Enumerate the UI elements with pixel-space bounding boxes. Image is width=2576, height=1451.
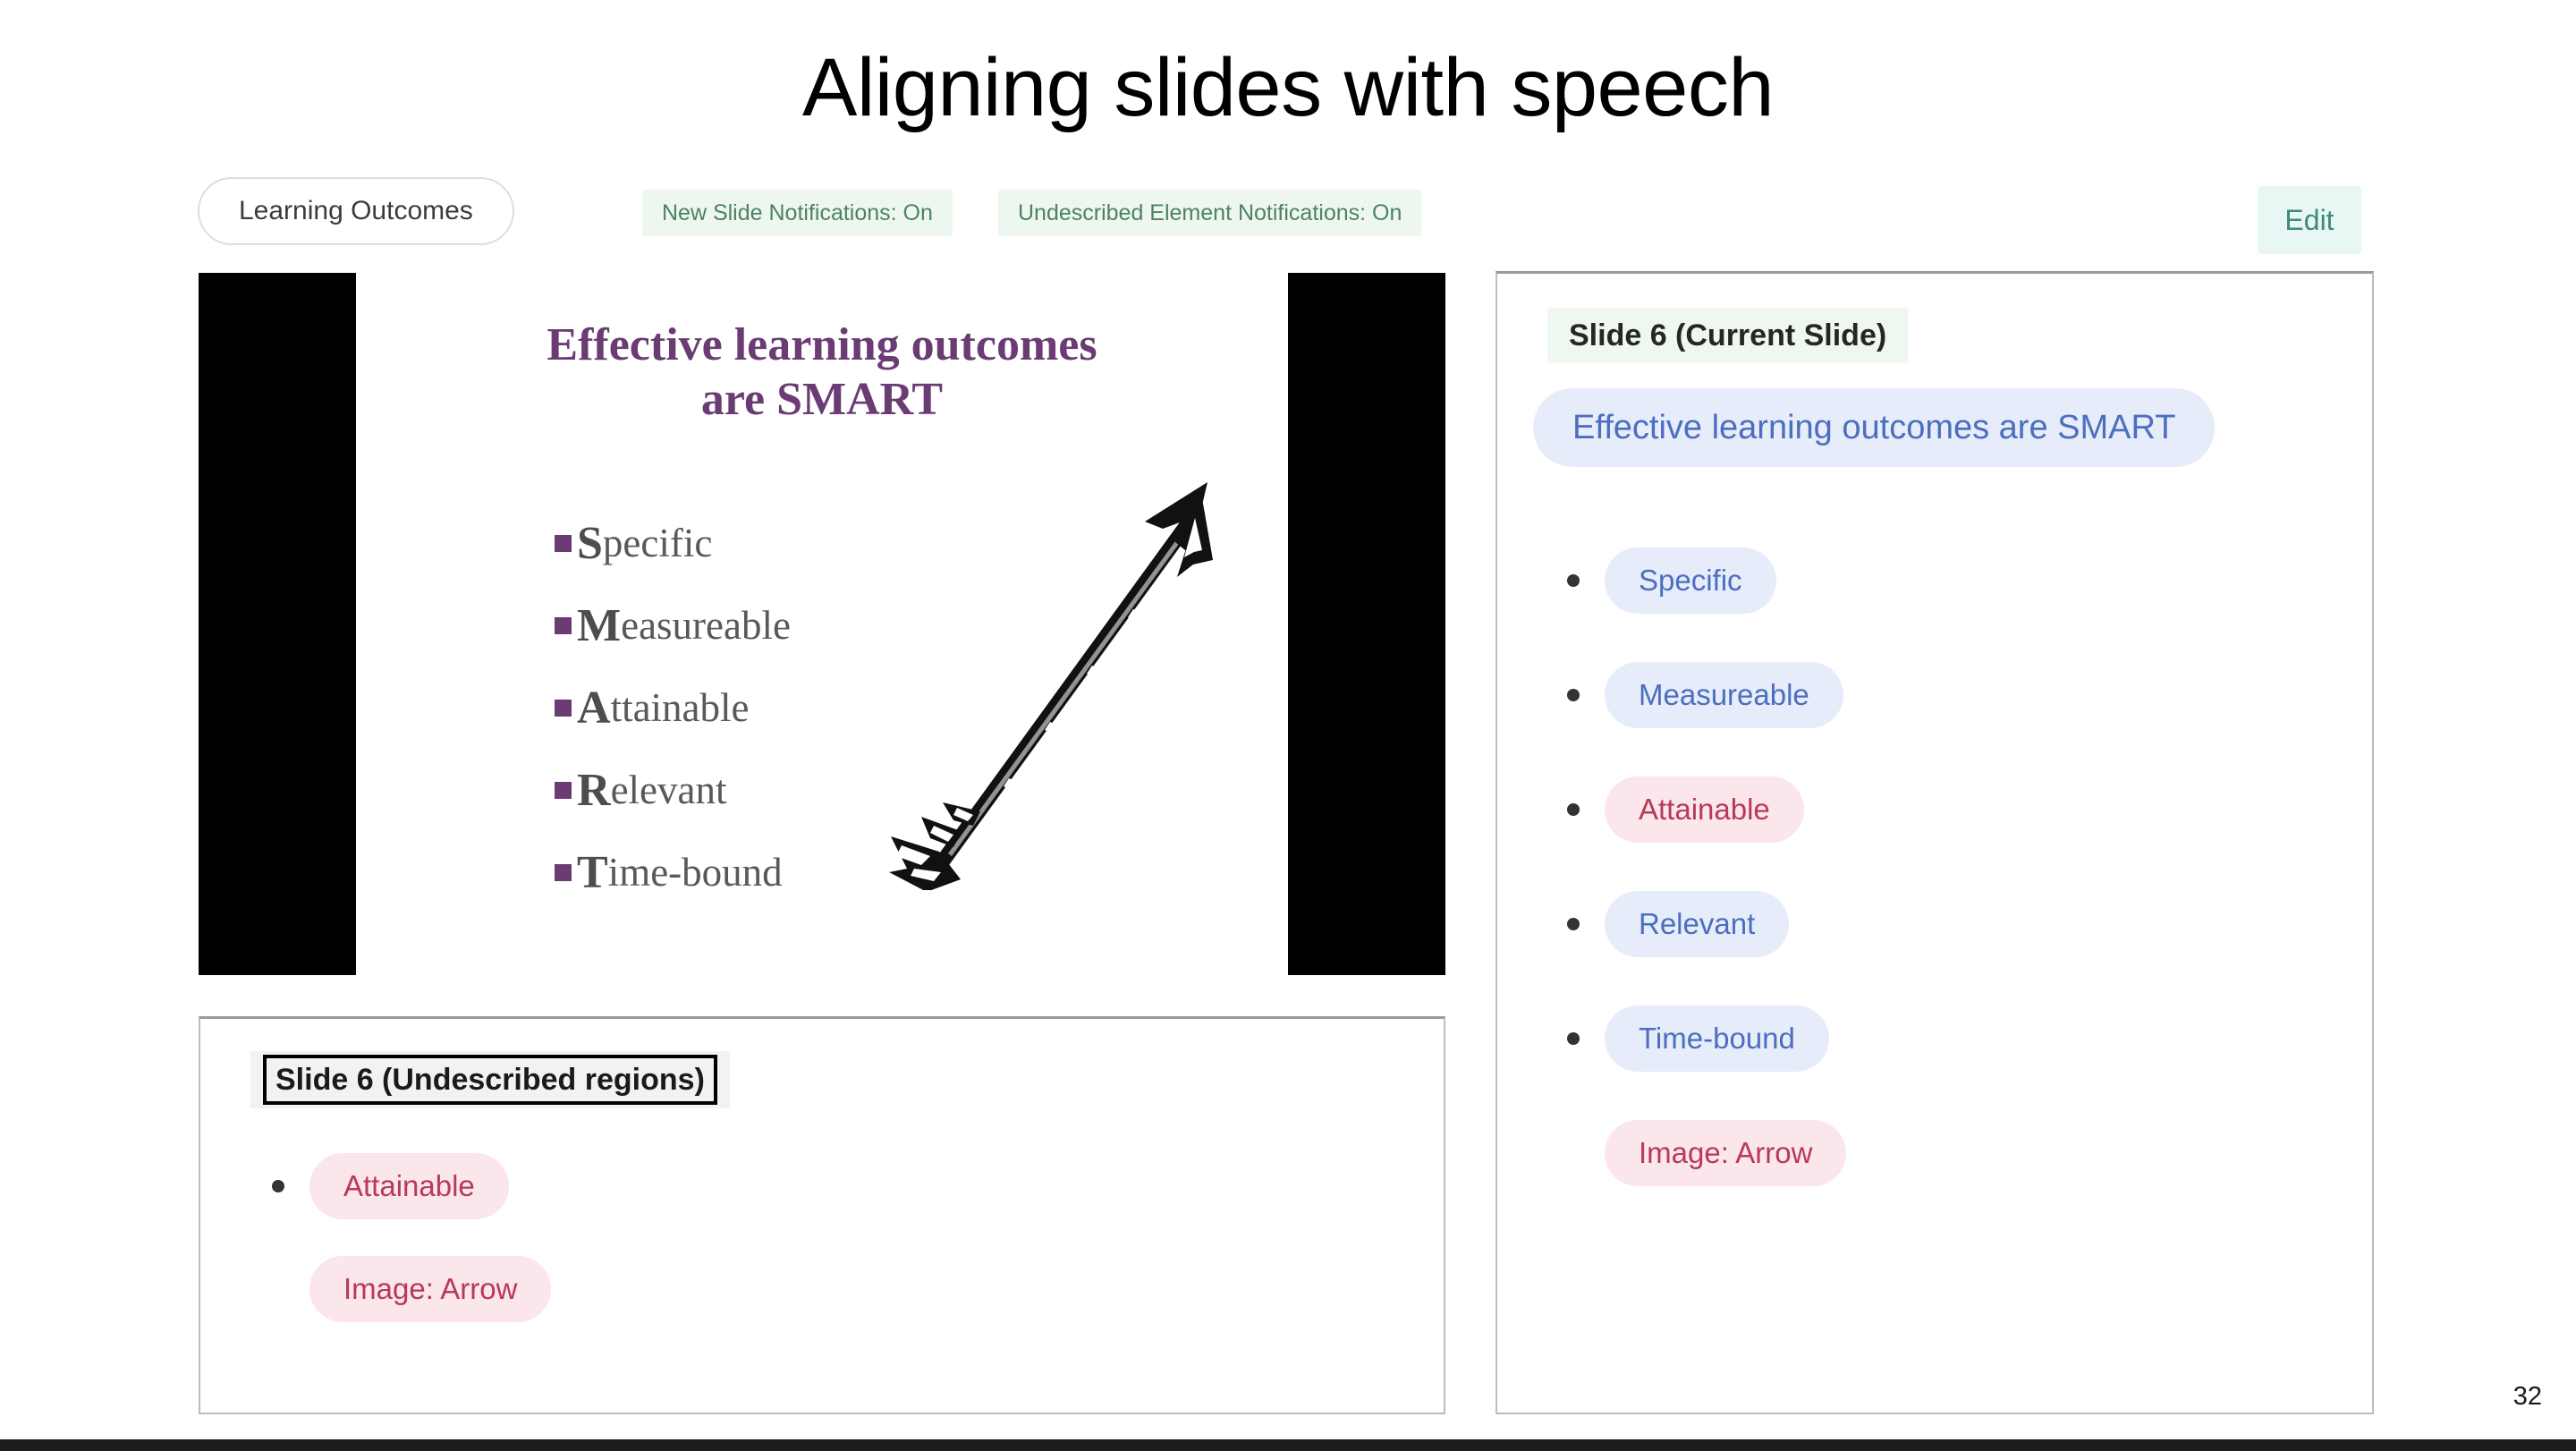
- toolbar: Learning Outcomes New Slide Notification…: [0, 177, 2576, 276]
- slide-bullet-initial: T: [577, 846, 608, 898]
- slide-bullet-item: T ime-bound: [555, 831, 791, 913]
- square-bullet-icon: [555, 699, 572, 717]
- presentation-slide: Aligning slides with speech Learning Out…: [0, 0, 2576, 1451]
- described-chip[interactable]: Specific: [1605, 547, 1776, 614]
- slide-bullet-initial: S: [577, 517, 603, 569]
- list-item[interactable]: Attainable: [1567, 776, 1804, 843]
- slide-bullet-list: S pecific M easureable A ttainable R ele…: [555, 502, 791, 913]
- list-item[interactable]: Relevant: [1567, 891, 1790, 957]
- slide-bullet-item: R elevant: [555, 749, 791, 831]
- undescribed-chip[interactable]: Attainable: [309, 1153, 509, 1219]
- slide-bullet-item: S pecific: [555, 502, 791, 584]
- status-badge-new-slide-notifications[interactable]: New Slide Notifications: On: [642, 190, 953, 236]
- slide-canvas: Effective learning outcomes are SMART S …: [356, 273, 1288, 975]
- slide-bullet-item: M easureable: [555, 584, 791, 666]
- bullet-dot-icon: [1567, 918, 1580, 930]
- described-chip[interactable]: Relevant: [1605, 891, 1790, 957]
- described-chip[interactable]: Time-bound: [1605, 1006, 1829, 1072]
- undescribed-regions-header-label: Slide 6 (Undescribed regions): [263, 1055, 717, 1105]
- square-bullet-icon: [555, 534, 572, 552]
- list-item[interactable]: Image: Arrow: [1567, 1120, 1847, 1186]
- status-badge-undescribed-element-notifications[interactable]: Undescribed Element Notifications: On: [998, 190, 1422, 236]
- page-title: Aligning slides with speech: [801, 42, 1775, 133]
- slide-bullet-initial: A: [577, 682, 611, 734]
- current-slide-header: Slide 6 (Current Slide): [1547, 308, 1909, 363]
- slide-preview[interactable]: Effective learning outcomes are SMART S …: [199, 273, 1445, 975]
- bullet-dot-icon: [272, 1180, 284, 1192]
- slide-bullet-text: easureable: [621, 603, 791, 648]
- described-chip[interactable]: Measureable: [1605, 662, 1843, 728]
- square-bullet-icon: [555, 863, 572, 881]
- list-item[interactable]: Measureable: [1567, 662, 1843, 728]
- slide-bullet-text: ttainable: [610, 685, 750, 730]
- edit-button[interactable]: Edit: [2258, 186, 2361, 254]
- slide-bullet-text: ime-bound: [607, 850, 783, 895]
- slide-bullet-initial: R: [577, 764, 611, 816]
- list-item[interactable]: Attainable: [272, 1153, 509, 1219]
- letterbox-right: [1288, 273, 1445, 975]
- bullet-dot-icon: [1567, 1032, 1580, 1045]
- slide-bullet-item: A ttainable: [555, 666, 791, 749]
- arrow-icon: [889, 482, 1213, 890]
- slide-heading: Effective learning outcomes are SMART: [356, 318, 1288, 428]
- bullet-dot-icon: [1567, 689, 1580, 701]
- bottom-bar: [0, 1439, 2576, 1451]
- bullet-dot-icon: [1567, 803, 1580, 816]
- bullet-dot-icon: [1567, 574, 1580, 587]
- page-number: 32: [2512, 1382, 2542, 1411]
- slide-heading-line-2: are SMART: [700, 374, 944, 426]
- current-slide-title-chip[interactable]: Effective learning outcomes are SMART: [1533, 388, 2216, 467]
- current-slide-panel: Slide 6 (Current Slide) Effective learni…: [1496, 271, 2374, 1414]
- slide-bullet-text: elevant: [610, 768, 727, 812]
- list-item[interactable]: Image: Arrow: [272, 1256, 552, 1322]
- square-bullet-icon: [555, 781, 572, 799]
- letterbox-left: [199, 273, 356, 975]
- list-item[interactable]: Time-bound: [1567, 1006, 1829, 1072]
- undescribed-regions-header: Slide 6 (Undescribed regions): [250, 1051, 730, 1108]
- undescribed-chip[interactable]: Attainable: [1605, 776, 1804, 843]
- undescribed-regions-panel: Slide 6 (Undescribed regions) Attainable…: [199, 1016, 1445, 1414]
- list-item[interactable]: Specific: [1567, 547, 1776, 614]
- square-bullet-icon: [555, 616, 572, 634]
- undescribed-chip[interactable]: Image: Arrow: [309, 1256, 552, 1322]
- slide-bullet-text: pecific: [602, 521, 713, 565]
- deck-name-pill[interactable]: Learning Outcomes: [198, 177, 514, 245]
- slide-bullet-initial: M: [577, 599, 622, 651]
- slide-heading-line-1: Effective learning outcomes: [547, 319, 1097, 370]
- undescribed-chip[interactable]: Image: Arrow: [1605, 1120, 1847, 1186]
